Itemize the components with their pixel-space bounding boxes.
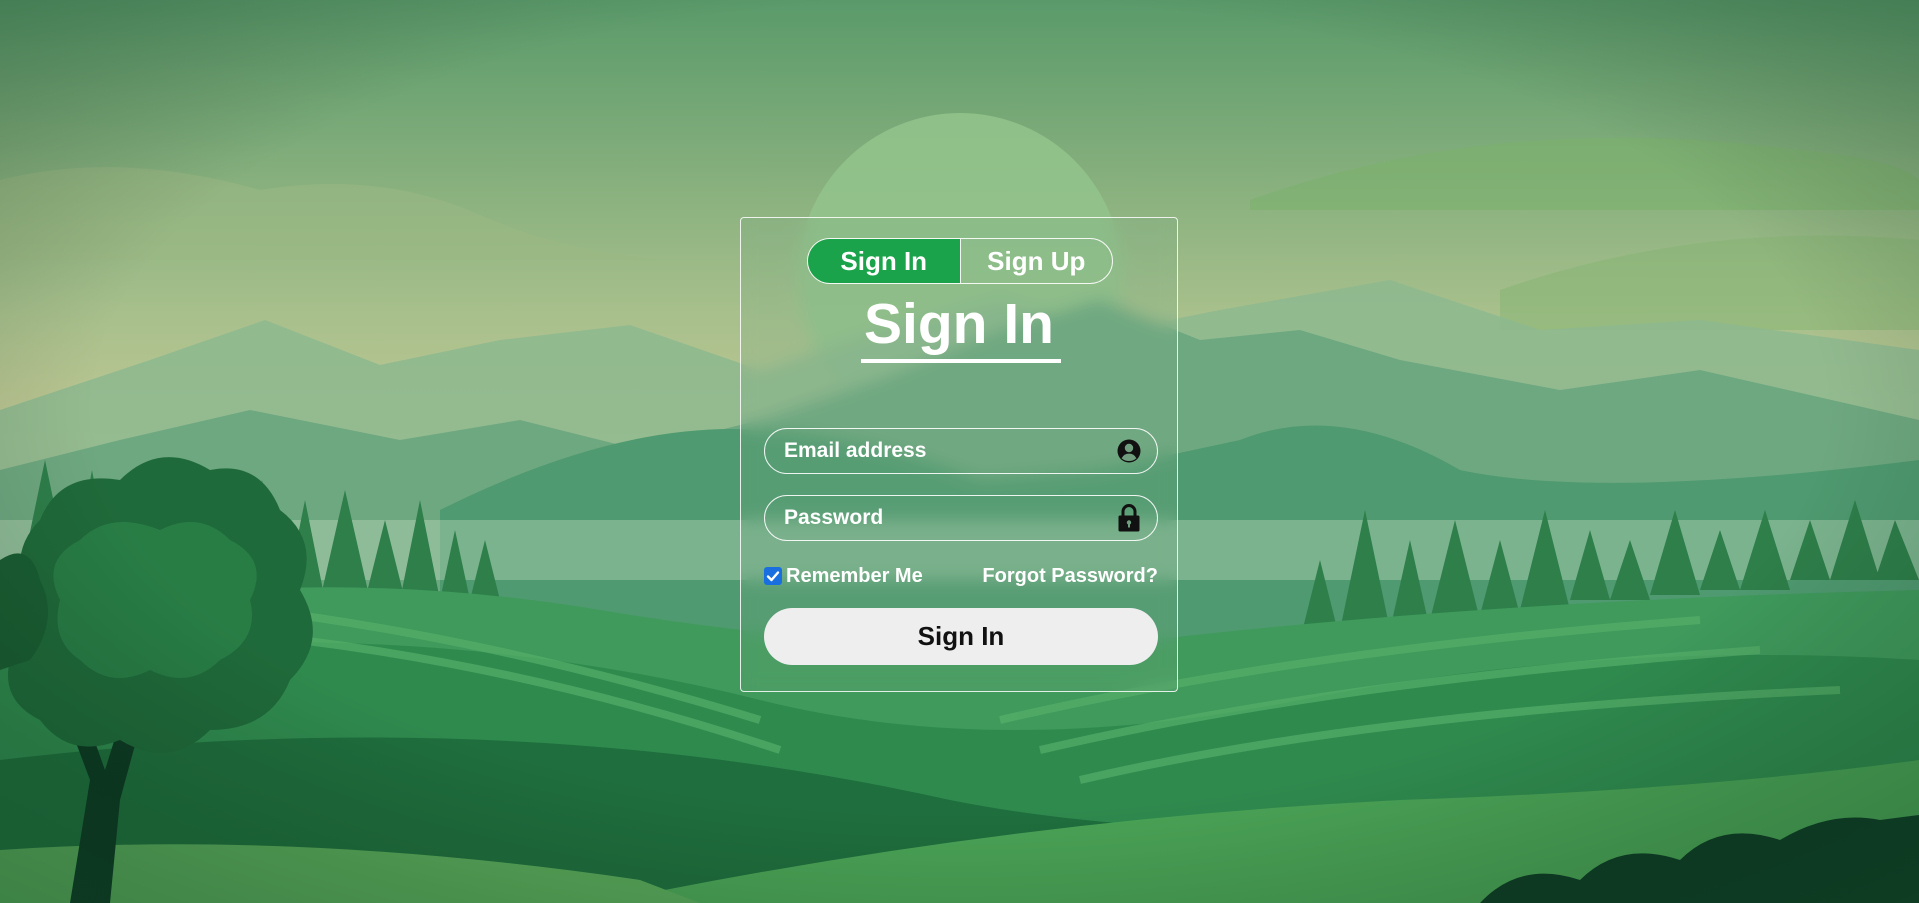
auth-tab-switcher: Sign In Sign Up xyxy=(807,238,1113,284)
password-input[interactable] xyxy=(784,506,1115,530)
tab-sign-in[interactable]: Sign In xyxy=(808,239,960,283)
heading-underline xyxy=(861,359,1061,363)
remember-me-label: Remember Me xyxy=(786,564,923,587)
remember-me-checkbox[interactable] xyxy=(764,567,782,585)
form-heading: Sign In xyxy=(864,292,1054,356)
forgot-password-link[interactable]: Forgot Password? xyxy=(982,565,1158,588)
lock-icon xyxy=(1115,504,1143,532)
form-options-row: Remember Me Forgot Password? xyxy=(764,562,1158,590)
email-input[interactable] xyxy=(784,439,1115,463)
user-circle-icon xyxy=(1115,437,1143,465)
remember-me-toggle[interactable]: Remember Me xyxy=(764,565,923,588)
tab-sign-up[interactable]: Sign Up xyxy=(959,239,1113,283)
sign-in-submit-button[interactable]: Sign In xyxy=(764,608,1158,665)
email-field[interactable] xyxy=(764,428,1158,474)
password-field[interactable] xyxy=(764,495,1158,541)
checkmark-icon xyxy=(766,571,780,582)
auth-card: Sign In Sign Up Sign In Email address Re… xyxy=(740,217,1178,692)
